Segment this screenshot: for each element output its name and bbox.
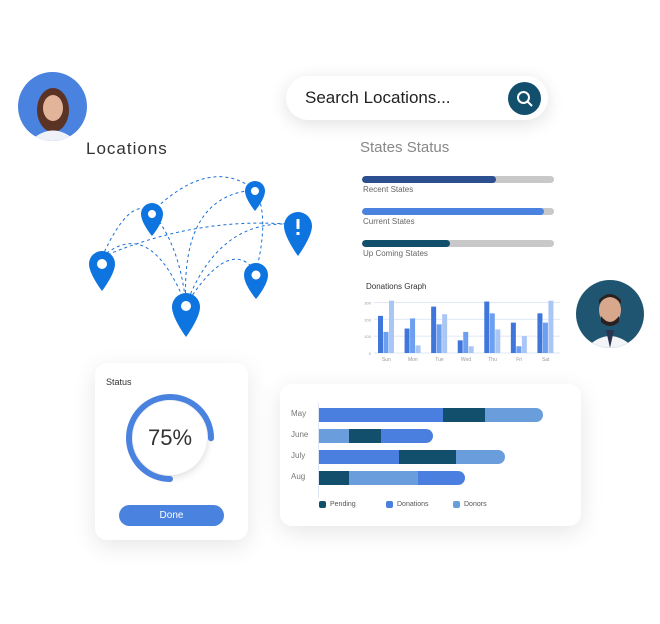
bar-Sat-C bbox=[548, 300, 554, 353]
x-tick-label: Sat bbox=[542, 357, 550, 363]
bar-Tue-B bbox=[436, 324, 442, 353]
category-label: May bbox=[291, 409, 307, 418]
y-tick-label: 200 bbox=[364, 317, 371, 322]
bar-segment-donations bbox=[319, 408, 444, 422]
category-label: June bbox=[291, 430, 309, 439]
map-pin-icon bbox=[244, 263, 268, 299]
x-tick-label: Fri bbox=[516, 357, 522, 363]
category-label: Aug bbox=[291, 472, 306, 481]
progress-bar bbox=[362, 176, 554, 183]
bar-Sun-A bbox=[378, 315, 383, 353]
bar-Sat-A bbox=[537, 313, 543, 353]
bar-segment-donors bbox=[319, 429, 350, 443]
bar-Thu-C bbox=[495, 329, 501, 353]
locations-map bbox=[89, 176, 312, 337]
x-tick-label: Thu bbox=[488, 357, 497, 363]
bar-segment-donors bbox=[349, 471, 419, 485]
y-tick-label: 0 bbox=[369, 351, 372, 356]
legend-label: Donations bbox=[397, 501, 429, 508]
bar-segment-donations bbox=[319, 450, 399, 464]
status-title: Status bbox=[106, 377, 132, 387]
search-bar[interactable]: Search Locations... bbox=[286, 76, 548, 120]
progress-bar bbox=[362, 240, 554, 247]
bar-segment-donors bbox=[455, 450, 506, 464]
legend-label: Donors bbox=[464, 501, 487, 508]
stacked-bar bbox=[319, 429, 433, 443]
bar-segment-pending bbox=[349, 429, 382, 443]
bar-segment-donations bbox=[418, 471, 465, 485]
bar-Thu-B bbox=[489, 313, 495, 353]
donations-graph-title: Donations Graph bbox=[366, 282, 427, 291]
x-tick-label: Wed bbox=[461, 357, 471, 363]
bar-Tue-C bbox=[442, 314, 448, 353]
bar-Thu-A bbox=[484, 301, 490, 353]
donations-graph: 0 100 200 300 Sun Mon Tue Wed Thu Fri Sat bbox=[364, 300, 560, 363]
category-label: July bbox=[291, 451, 306, 460]
legend-item: Donors bbox=[453, 501, 520, 508]
person-icon bbox=[586, 294, 634, 348]
bar-Fri-A bbox=[510, 322, 516, 353]
progress-fill bbox=[362, 176, 497, 183]
search-input[interactable]: Search Locations... bbox=[305, 88, 451, 108]
status-value: 75% bbox=[147, 425, 193, 450]
person-icon bbox=[30, 88, 76, 141]
legend-swatch bbox=[386, 501, 393, 508]
map-pin-icon bbox=[89, 251, 115, 291]
x-tick-label: Mon bbox=[408, 357, 418, 363]
bar-segment-pending bbox=[398, 450, 456, 464]
bar-Tue-A bbox=[431, 306, 437, 353]
legend-item: Donations bbox=[386, 501, 453, 508]
locations-title: Locations bbox=[86, 139, 168, 158]
avatar-woman bbox=[18, 72, 87, 141]
progress-label: Current States bbox=[363, 217, 415, 226]
bar-Sun-C bbox=[389, 300, 394, 353]
stacked-bar bbox=[319, 408, 544, 422]
bar-Mon-B bbox=[410, 318, 416, 353]
progress-bar bbox=[362, 208, 554, 215]
map-pin-icon bbox=[141, 203, 163, 236]
progress-fill bbox=[362, 240, 451, 247]
search-icon bbox=[516, 90, 533, 107]
done-button[interactable]: Done bbox=[119, 505, 224, 526]
legend-label: Pending bbox=[330, 501, 356, 508]
y-tick-label: 100 bbox=[364, 334, 371, 339]
stacked-bar bbox=[319, 450, 506, 464]
bar-Fri-B bbox=[516, 346, 522, 353]
bar-segment-donors bbox=[485, 408, 544, 422]
bar-segment-donations bbox=[381, 429, 433, 443]
bar-Fri-C bbox=[521, 336, 527, 353]
avatar-man bbox=[576, 280, 644, 348]
progress-fill bbox=[362, 208, 545, 215]
legend-item: Pending bbox=[319, 501, 386, 508]
alert-pin-icon bbox=[284, 212, 312, 256]
map-pin-icon bbox=[245, 181, 265, 211]
x-tick-label: Sun bbox=[382, 357, 391, 363]
y-tick-label: 300 bbox=[364, 300, 371, 305]
bar-Wed-B bbox=[463, 331, 469, 353]
bar-Wed-A bbox=[457, 340, 463, 353]
bar-Mon-A bbox=[404, 328, 410, 353]
progress-label: Up Coming States bbox=[363, 249, 428, 258]
bar-segment-pending bbox=[443, 408, 485, 422]
bar-Mon-C bbox=[415, 345, 421, 353]
stacked-bar bbox=[319, 471, 465, 485]
legend-swatch bbox=[453, 501, 460, 508]
bar-Sun-B bbox=[383, 331, 389, 353]
bar-Sat-B bbox=[542, 322, 548, 353]
states-status-title: States Status bbox=[360, 139, 450, 156]
search-button[interactable] bbox=[508, 82, 541, 115]
map-pin-icon bbox=[172, 293, 200, 337]
bar-Wed-C bbox=[468, 346, 474, 353]
bar-segment-pending bbox=[319, 471, 350, 485]
progress-label: Recent States bbox=[363, 185, 414, 194]
x-tick-label: Tue bbox=[435, 357, 444, 363]
legend-swatch bbox=[319, 501, 326, 508]
